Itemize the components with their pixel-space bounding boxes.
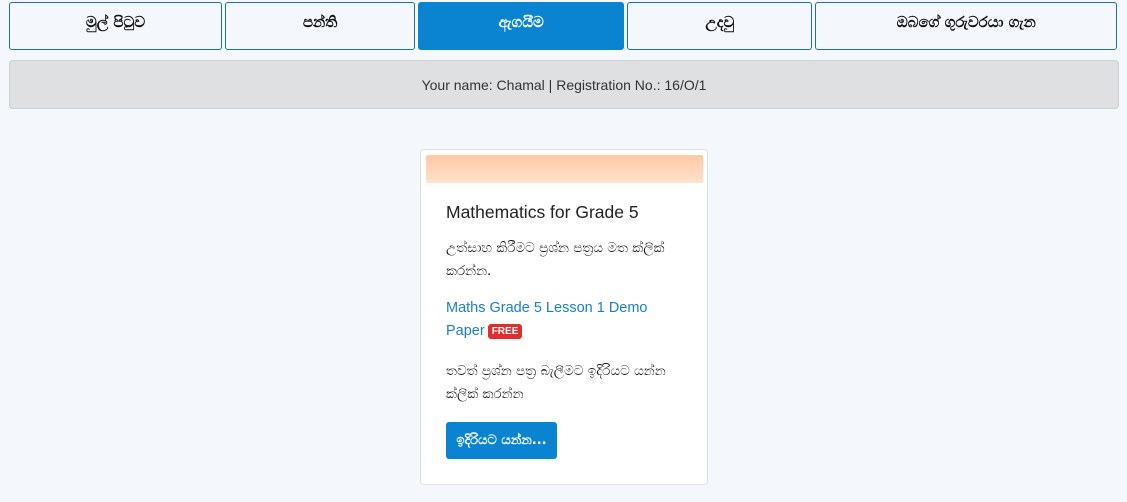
tab-assessment-label: ඇගයීම <box>498 13 544 31</box>
card-description: උත්සාහ කිරීමට ප්‍රශ්න පත්‍රය මත ක්ලික් ක… <box>446 240 665 279</box>
main-nav: මුල් පිටුව පන්ති ඇගයීම උදවු ඔබගේ ගුරුවරය… <box>9 2 1118 50</box>
demo-paper-link-label[interactable]: Maths Grade 5 Lesson 1 Demo Paper <box>446 300 648 339</box>
tab-classes-label: පන්ති <box>302 13 338 31</box>
tab-assessment[interactable]: ඇගයීම <box>418 2 625 50</box>
user-info-text: Your name: Chamal | Registration No.: 16… <box>421 76 707 93</box>
tab-classes[interactable]: පන්ති <box>225 2 416 50</box>
card-header-band <box>426 155 703 183</box>
demo-paper-link[interactable]: Maths Grade 5 Lesson 1 Demo Paper FREE <box>446 297 681 343</box>
go-forward-button[interactable]: ඉදිරියට යන්න... <box>446 422 557 459</box>
tab-help[interactable]: උදවු <box>627 2 813 50</box>
subject-card: Mathematics for Grade 5 උත්සාහ කිරීමට ප්… <box>420 149 708 485</box>
free-badge: FREE <box>487 324 523 339</box>
user-info-bar: Your name: Chamal | Registration No.: 16… <box>9 60 1119 109</box>
card-more-text: තවත් ප්‍රශ්න පත්‍ර බැලීමට ඉදිරියට යන්න ක… <box>446 363 666 402</box>
tab-about-teacher-label: ඔබගේ ගුරුවරයා ගැන <box>896 13 1036 31</box>
tab-help-label: උදවු <box>705 13 735 31</box>
tab-home-label: මුල් පිටුව <box>85 13 146 31</box>
card-title: Mathematics for Grade 5 <box>446 202 639 222</box>
tab-home[interactable]: මුල් පිටුව <box>9 2 223 50</box>
tab-about-teacher[interactable]: ඔබගේ ගුරුවරයා ගැන <box>815 2 1118 50</box>
